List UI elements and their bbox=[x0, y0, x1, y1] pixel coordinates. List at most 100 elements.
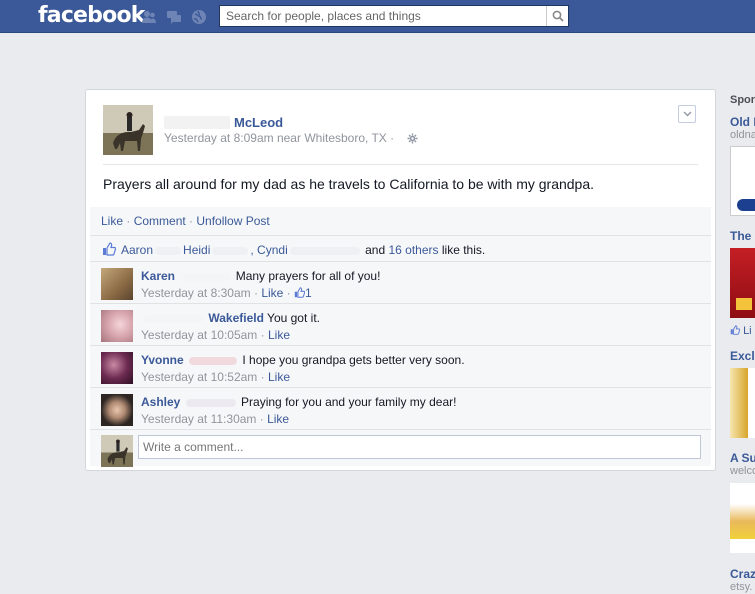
horse-rider-photo bbox=[103, 105, 153, 155]
ad-title[interactable]: The bbox=[730, 229, 751, 243]
comment-like-link[interactable]: Like bbox=[267, 412, 289, 426]
commenter-name[interactable]: Karen bbox=[141, 269, 175, 283]
search-icon bbox=[552, 10, 564, 22]
commenter-name[interactable]: Ashley bbox=[141, 395, 180, 409]
notifications-icon[interactable] bbox=[191, 9, 207, 25]
divider bbox=[103, 164, 698, 165]
comment: Ashley Praying for you and your family m… bbox=[90, 387, 711, 429]
redacted-text bbox=[289, 246, 360, 255]
feedback-area: Like · Comment · Unfollow Post Aaron Heid… bbox=[90, 207, 711, 467]
ad-image[interactable] bbox=[730, 146, 755, 216]
comment-body: Wakefield You got it. bbox=[141, 311, 320, 325]
commenter-avatar[interactable] bbox=[101, 394, 133, 426]
author-avatar[interactable] bbox=[103, 105, 153, 155]
search-input[interactable] bbox=[220, 6, 546, 26]
thumbs-up-icon bbox=[103, 242, 116, 256]
separator: · bbox=[185, 214, 197, 228]
comment-text: Praying for you and your family my dear! bbox=[241, 395, 457, 409]
redacted-text bbox=[212, 246, 249, 255]
ad-title[interactable]: Exclu bbox=[730, 349, 755, 363]
comment-like-link[interactable]: Like bbox=[268, 370, 290, 384]
horse-rider-photo bbox=[107, 439, 128, 465]
friend-requests-icon[interactable] bbox=[141, 9, 157, 25]
comment-like-link[interactable]: Like bbox=[268, 328, 290, 342]
write-comment-row bbox=[90, 429, 711, 467]
comment-input[interactable] bbox=[139, 436, 700, 458]
search-bar bbox=[219, 5, 569, 27]
unfollow-post-link[interactable]: Unfollow Post bbox=[196, 214, 269, 228]
liker-name[interactable]: Aaron bbox=[121, 243, 153, 257]
ad-like-link[interactable]: Li bbox=[730, 325, 752, 337]
ad-title[interactable]: Old I bbox=[730, 115, 755, 129]
messages-icon[interactable] bbox=[166, 9, 182, 25]
comment-like-link[interactable]: Like bbox=[261, 286, 283, 300]
comment-meta: Yesterday at 10:52am · Like bbox=[141, 370, 290, 384]
comment-like-count[interactable]: 1 bbox=[305, 286, 312, 300]
redacted-text bbox=[155, 246, 182, 255]
thumbs-up-icon bbox=[730, 325, 741, 335]
commenter-avatar[interactable] bbox=[101, 268, 133, 300]
ad-domain[interactable]: welco bbox=[730, 465, 755, 477]
likes-suffix: like this. bbox=[441, 243, 486, 257]
comment-time[interactable]: Yesterday at 8:30am bbox=[141, 286, 251, 300]
story-options-button[interactable] bbox=[678, 105, 696, 123]
ad-image[interactable] bbox=[730, 368, 755, 438]
commenter-name[interactable]: Wakefield bbox=[208, 311, 264, 325]
redacted-text bbox=[180, 272, 231, 281]
viewer-avatar[interactable] bbox=[101, 435, 133, 467]
ad-like-label[interactable]: Li bbox=[743, 325, 752, 337]
redacted-first-name bbox=[164, 116, 230, 129]
chevron-down-icon bbox=[683, 111, 691, 117]
ad-domain[interactable]: oldna bbox=[730, 129, 755, 141]
ad-title[interactable]: Craz bbox=[730, 567, 755, 581]
comment-meta: Yesterday at 8:30am · Like · 1 bbox=[141, 286, 312, 300]
likes-and: and bbox=[365, 243, 386, 257]
separator: · bbox=[123, 214, 134, 228]
redacted-text bbox=[185, 398, 236, 407]
facebook-logo[interactable]: facebook bbox=[38, 3, 145, 28]
comment-text: You got it. bbox=[267, 311, 320, 325]
comment-body: Ashley Praying for you and your family m… bbox=[141, 395, 456, 409]
timestamp-text[interactable]: Yesterday at 8:09am near Whitesboro, TX … bbox=[164, 131, 394, 145]
comment-meta: Yesterday at 11:30am · Like bbox=[141, 412, 290, 426]
story-card: McLeod Yesterday at 8:09am near Whitesbo… bbox=[85, 89, 716, 471]
comment-body: Karen Many prayers for all of you! bbox=[141, 269, 380, 283]
comment-link[interactable]: Comment bbox=[134, 214, 186, 228]
ad-image[interactable] bbox=[730, 248, 755, 318]
comment-body: Yvonne I hope you grandpa gets better ve… bbox=[141, 353, 465, 367]
story-actions: Like · Comment · Unfollow Post bbox=[101, 214, 270, 228]
ad-logo bbox=[737, 199, 755, 211]
comment: Wakefield You got it. Yesterday at 10:05… bbox=[90, 303, 711, 345]
right-column-ads: Spor Old I oldna The Li Exclu A Su welco… bbox=[729, 92, 755, 594]
thumbs-up-icon bbox=[294, 287, 306, 298]
comment-box bbox=[138, 435, 701, 459]
comment-time[interactable]: Yesterday at 10:52am bbox=[141, 370, 257, 384]
others-link[interactable]: 16 others bbox=[388, 243, 438, 257]
search-button[interactable] bbox=[546, 6, 568, 26]
comment: Yvonne I hope you grandpa gets better ve… bbox=[90, 345, 711, 387]
comment-text: I hope you grandpa gets better very soon… bbox=[242, 353, 465, 367]
ad-domain[interactable]: etsy. bbox=[730, 581, 752, 593]
commenter-avatar[interactable] bbox=[101, 352, 133, 384]
redacted-text bbox=[143, 314, 203, 323]
comment-text: Many prayers for all of you! bbox=[235, 269, 381, 283]
likes-sentence-row: Aaron Heidi , Cyndi and 16 others like thi… bbox=[90, 235, 711, 261]
commenter-avatar[interactable] bbox=[101, 310, 133, 342]
gear-icon[interactable] bbox=[407, 133, 418, 144]
post-timestamp: Yesterday at 8:09am near Whitesboro, TX … bbox=[164, 131, 418, 145]
comment-time[interactable]: Yesterday at 11:30am bbox=[141, 412, 256, 426]
liker-name[interactable]: , Cyndi bbox=[250, 243, 287, 257]
likes-sentence: Aaron Heidi , Cyndi and 16 others like thi… bbox=[121, 243, 485, 257]
redacted-text bbox=[189, 356, 238, 365]
ad-logo bbox=[736, 298, 752, 310]
liker-name[interactable]: Heidi bbox=[183, 243, 210, 257]
post-text: Prayers all around for my dad as he trav… bbox=[103, 176, 595, 192]
ad-title[interactable]: A Su bbox=[730, 451, 755, 465]
comment-meta: Yesterday at 10:05am · Like bbox=[141, 328, 290, 342]
commenter-name[interactable]: Yvonne bbox=[141, 353, 184, 367]
like-link[interactable]: Like bbox=[101, 214, 123, 228]
top-bar: facebook bbox=[0, 0, 755, 33]
ad-image[interactable] bbox=[730, 483, 755, 553]
comment-time[interactable]: Yesterday at 10:05am bbox=[141, 328, 257, 342]
author-name[interactable]: McLeod bbox=[234, 115, 283, 130]
